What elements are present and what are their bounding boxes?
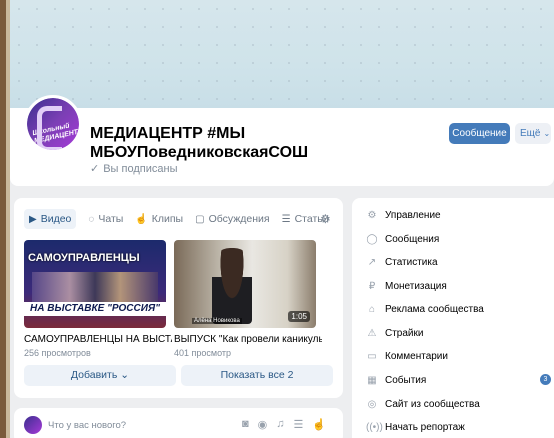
- music-icon[interactable]: ♫: [276, 418, 284, 431]
- chevron-down-icon: ⌄: [120, 369, 130, 381]
- group-title-line1: МЕДИАЦЕНТР #МЫ: [90, 125, 246, 142]
- sidebar-item-ads[interactable]: ⌂ Реклама сообщества: [366, 304, 484, 315]
- subscription-status[interactable]: ✓ Вы подписаны: [90, 162, 177, 175]
- article-icon: ☰: [281, 213, 291, 225]
- discussion-icon: ▢: [195, 213, 205, 225]
- sidebar-item-label: Сайт из сообщества: [385, 399, 480, 410]
- check-icon: ✓: [90, 163, 100, 175]
- subscription-label: Вы подписаны: [103, 163, 178, 175]
- group-title: МЕДИАЦЕНТР #МЫ МБОУПоведниковскаяСОШ: [90, 124, 410, 162]
- more-button[interactable]: Ещё ⌄: [515, 123, 551, 144]
- tab-label: Видео: [40, 213, 72, 225]
- video-title[interactable]: САМОУПРАВЛЕНЦЫ НА ВЫСТАВК...: [24, 334, 172, 345]
- tab-video[interactable]: ▶ Видео: [24, 209, 77, 229]
- globe-icon: ◎: [367, 399, 377, 410]
- gear-icon: ⚙: [367, 210, 377, 221]
- sidebar-item-label: Реклама сообщества: [385, 304, 484, 315]
- chevron-down-icon: ⌄: [543, 129, 551, 138]
- thumbnail-caption: Алёна Новикова: [192, 318, 242, 324]
- window-frame: [0, 0, 10, 438]
- sidebar-item-label: События: [385, 375, 427, 386]
- tab-label: Чаты: [98, 213, 124, 225]
- sidebar-item-label: Начать репортаж: [385, 422, 465, 433]
- post-input[interactable]: Что у вас нового?: [48, 420, 126, 431]
- poll-icon[interactable]: ☰: [294, 418, 304, 431]
- thumbnail-banner: НА ВЫСТАВКЕ "РОССИЯ": [24, 302, 166, 316]
- media-tabs: ▶ Видео ◌ Чаты ☝ Клипы ▢ Обсуждения ☰ Статьи: [24, 209, 341, 229]
- video-views: 401 просмотр: [174, 348, 232, 358]
- video-thumbnail[interactable]: Алёна Новикова 1:05: [174, 240, 316, 328]
- video-icon: ▶: [29, 213, 37, 225]
- warning-icon: ⚠: [367, 328, 377, 339]
- stats-icon: ↗: [367, 257, 377, 268]
- chat-icon: ◌: [88, 213, 95, 225]
- sidebar-item-stats[interactable]: ↗ Статистика: [366, 257, 438, 268]
- sidebar-item-monetization[interactable]: ₽ Монетизация: [366, 281, 447, 292]
- add-video-button[interactable]: Добавить ⌄: [24, 365, 176, 386]
- post-attachments: ◙ ◉ ♫ ☰ ☝: [242, 418, 335, 431]
- thumbnail-photo: [212, 248, 252, 324]
- message-icon: ◯: [366, 234, 378, 245]
- more-label: Ещё: [520, 128, 541, 139]
- video-icon[interactable]: ◉: [258, 418, 268, 431]
- tabs-settings-icon[interactable]: ⚙: [320, 212, 331, 226]
- sidebar-item-strikes[interactable]: ⚠ Страйки: [366, 328, 424, 339]
- video-duration: 1:05: [288, 311, 310, 322]
- sidebar-item-messages[interactable]: ◯ Сообщения: [366, 234, 439, 245]
- sidebar-item-events[interactable]: ▦ События: [366, 375, 426, 386]
- cover-pattern: [10, 0, 554, 110]
- sidebar-item-label: Сообщения: [385, 234, 440, 245]
- video-thumbnail[interactable]: САМОУПРАВЛЕНЦЫ НА ВЫСТАВКЕ "РОССИЯ": [24, 240, 166, 328]
- clip-icon[interactable]: ☝: [312, 418, 326, 431]
- sidebar-item-comments[interactable]: ▭ Комментарии: [366, 351, 448, 362]
- group-title-line2: МБОУПоведниковскаяСОШ: [90, 144, 309, 161]
- sidebar-item-label: Управление: [385, 210, 441, 221]
- video-title[interactable]: ВЫПУСК "Как провели каникулы у...: [174, 334, 322, 345]
- sidebar-item-broadcast[interactable]: ((•)) Начать репортаж: [366, 422, 465, 433]
- avatar[interactable]: Школьный МЕДИАЦЕНТР: [24, 95, 82, 153]
- message-button[interactable]: Сообщение: [449, 123, 510, 144]
- tab-label: Клипы: [151, 213, 184, 225]
- ads-icon: ⌂: [368, 304, 376, 315]
- calendar-icon: ▦: [367, 375, 377, 386]
- clip-icon: ☝: [135, 213, 148, 225]
- thumbnail-title: САМОУПРАВЛЕНЦЫ: [28, 252, 140, 264]
- broadcast-icon: ((•)): [366, 422, 383, 433]
- tab-chats[interactable]: ◌ Чаты: [88, 209, 123, 229]
- camera-icon[interactable]: ◙: [242, 418, 249, 431]
- sidebar-item-label: Статистика: [385, 257, 438, 268]
- sidebar-item-manage[interactable]: ⚙ Управление: [366, 210, 441, 221]
- sidebar-item-label: Комментарии: [385, 351, 448, 362]
- tab-label: Обсуждения: [208, 213, 270, 225]
- sidebar-item-site[interactable]: ◎ Сайт из сообщества: [366, 399, 480, 410]
- sidebar-item-label: Монетизация: [385, 281, 447, 292]
- tab-discussions[interactable]: ▢ Обсуждения: [195, 209, 269, 229]
- video-views: 256 просмотров: [24, 348, 91, 358]
- avatar-logo-text: Школьный МЕДИАЦЕНТР: [31, 122, 82, 145]
- money-icon: ₽: [368, 281, 376, 292]
- comment-icon: ▭: [367, 351, 377, 362]
- avatar-image: Школьный МЕДИАЦЕНТР: [27, 98, 79, 150]
- avatar: [24, 416, 42, 434]
- sidebar-item-label: Страйки: [385, 328, 424, 339]
- show-all-button[interactable]: Показать все 2: [181, 365, 333, 386]
- tab-clips[interactable]: ☝ Клипы: [135, 209, 183, 229]
- add-label: Добавить: [70, 369, 118, 381]
- events-badge: 3: [540, 374, 551, 385]
- thumbnail-photo: [32, 272, 158, 302]
